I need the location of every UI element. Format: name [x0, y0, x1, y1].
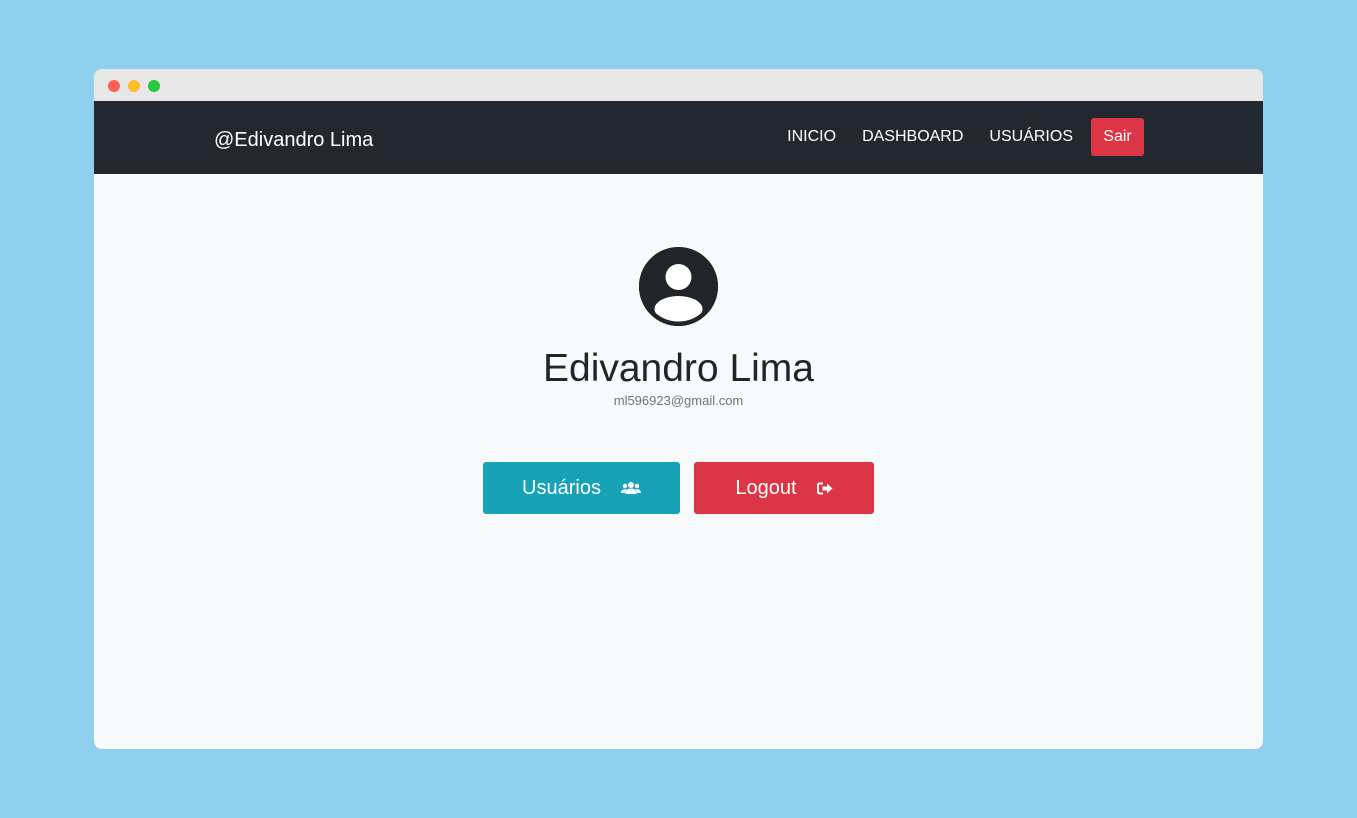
profile-content: Edivandro Lima ml596923@gmail.com Usuári… — [94, 174, 1263, 749]
nav-link-dashboard[interactable]: DASHBOARD — [862, 128, 963, 146]
maximize-window-button[interactable] — [148, 80, 160, 92]
logout-button[interactable]: Logout — [694, 462, 874, 514]
users-icon — [620, 481, 641, 495]
minimize-window-button[interactable] — [128, 80, 140, 92]
user-circle-icon — [639, 247, 718, 326]
usuarios-button[interactable]: Usuários — [483, 462, 680, 514]
usuarios-button-label: Usuários — [522, 476, 601, 499]
sign-out-icon — [816, 482, 833, 495]
nav-link-inicio[interactable]: INICIO — [787, 128, 836, 146]
profile-email: ml596923@gmail.com — [613, 393, 744, 408]
browser-window: @Edivandro Lima INICIO DASHBOARD USUÁRIO… — [94, 69, 1263, 749]
logout-button-label: Logout — [735, 476, 797, 499]
sair-button[interactable]: Sair — [1091, 118, 1144, 156]
nav-links: INICIO DASHBOARD USUÁRIOS Sair — [787, 118, 1144, 156]
nav-link-usuarios[interactable]: USUÁRIOS — [989, 128, 1073, 146]
close-window-button[interactable] — [108, 80, 120, 92]
profile-name: Edivandro Lima — [543, 347, 814, 390]
window-titlebar — [94, 69, 1263, 101]
navbar-brand[interactable]: @Edivandro Lima — [214, 129, 373, 152]
top-navbar: @Edivandro Lima INICIO DASHBOARD USUÁRIO… — [94, 101, 1263, 174]
